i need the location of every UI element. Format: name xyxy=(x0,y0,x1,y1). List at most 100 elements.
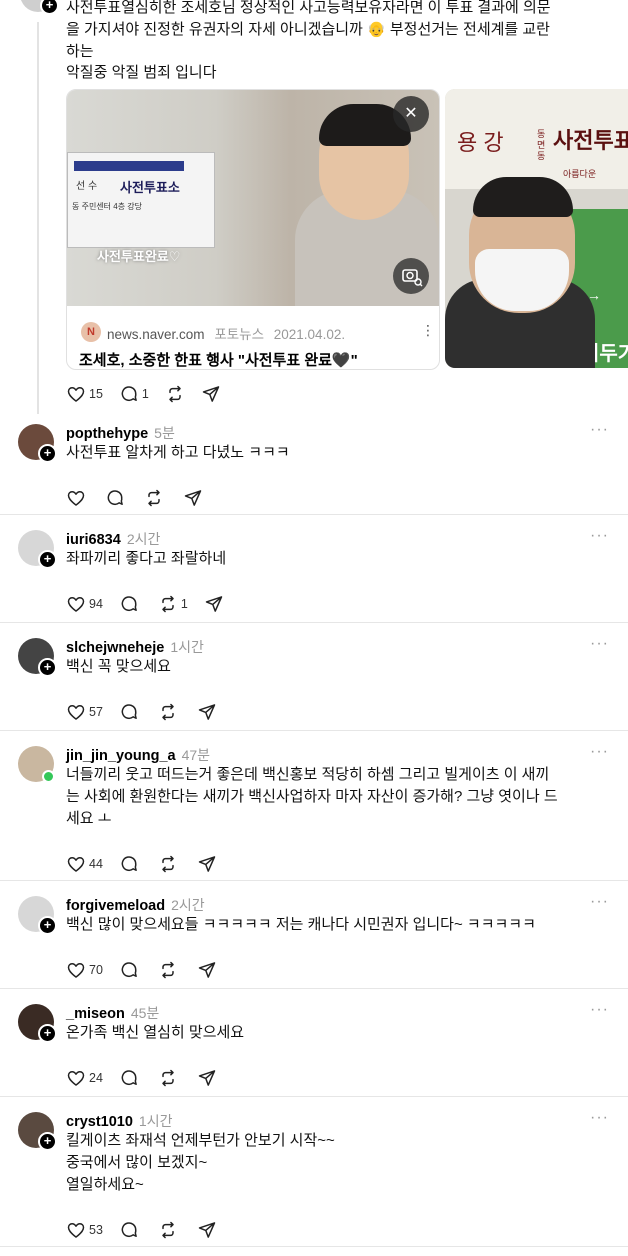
like-button[interactable]: 70 xyxy=(66,960,103,980)
like-button[interactable]: 94 xyxy=(66,594,103,614)
repost-icon xyxy=(162,961,174,979)
reply-text-line: 좌파끼리 좋다고 좌랄하네 xyxy=(66,550,227,567)
close-icon[interactable]: ✕ xyxy=(393,96,429,132)
repost-button[interactable] xyxy=(158,854,181,874)
repost-button[interactable] xyxy=(144,488,167,508)
comment-button[interactable] xyxy=(119,1068,142,1088)
share-icon xyxy=(184,490,202,506)
more-icon[interactable]: ··· xyxy=(590,527,609,545)
like-button[interactable]: 44 xyxy=(66,854,103,874)
op-text-line: 을 가지셔야 진정한 유권자의 자세 아니겠습니까 👴 부정선거는 전세계를 교… xyxy=(66,21,550,38)
sign-main-text: 사전투표소 xyxy=(120,180,180,195)
follow-plus-icon[interactable]: + xyxy=(38,444,57,463)
share-button[interactable] xyxy=(204,594,224,614)
like-count: 24 xyxy=(89,1071,103,1085)
more-icon[interactable]: ··· xyxy=(590,743,609,761)
comment-icon xyxy=(121,962,137,978)
repost-button[interactable] xyxy=(158,702,181,722)
reply-username[interactable]: _miseon xyxy=(66,1006,125,1022)
like-button[interactable]: 15 xyxy=(66,384,103,404)
like-button[interactable]: 57 xyxy=(66,702,103,722)
photo-sign-small: 아름다운 xyxy=(563,169,597,179)
reply-text-line: 세요 ㅗ xyxy=(66,810,112,827)
reply-text-line: 열일하세요~ xyxy=(66,1176,144,1193)
camera-search-icon[interactable] xyxy=(393,258,429,294)
reply-actions: 94 1 xyxy=(66,594,240,614)
reply-divider xyxy=(0,1096,628,1097)
comment-button[interactable] xyxy=(119,594,142,614)
more-icon[interactable]: ··· xyxy=(590,635,609,653)
reply-time: 2시간 xyxy=(126,531,161,547)
repost-button[interactable] xyxy=(158,960,181,980)
share-button[interactable] xyxy=(197,1068,217,1088)
repost-icon xyxy=(162,595,174,613)
comment-button[interactable] xyxy=(105,488,128,508)
share-button[interactable] xyxy=(183,488,203,508)
reply-divider xyxy=(0,514,628,515)
source-date: 2021.04.02. xyxy=(273,327,346,342)
heart-icon xyxy=(67,963,85,978)
news-link-card[interactable]: 선 수 사전투표소 동 주민센터 4층 강당 사전투표완료♡ ✕ N news.… xyxy=(66,89,440,370)
reply-username[interactable]: jin_jin_young_a xyxy=(66,748,176,764)
like-button[interactable] xyxy=(66,488,89,508)
comment-icon xyxy=(121,856,137,872)
comment-button[interactable] xyxy=(119,854,142,874)
reply-time: 1시간 xyxy=(138,1113,173,1129)
reply-actions: 70 xyxy=(66,960,233,980)
share-button[interactable] xyxy=(197,854,217,874)
reply-username[interactable]: iuri6834 xyxy=(66,532,121,548)
source-domain: news.naver.com xyxy=(107,327,205,342)
reply-text-line: 온가족 백신 열심히 맞으세요 xyxy=(66,1024,245,1041)
more-icon[interactable]: ⋮ xyxy=(421,322,435,339)
reply-time: 47분 xyxy=(181,747,211,763)
more-icon[interactable]: ··· xyxy=(590,1001,609,1019)
comment-button[interactable] xyxy=(119,1220,142,1240)
reply-username[interactable]: popthehype xyxy=(66,426,148,442)
share-button[interactable] xyxy=(197,960,217,980)
reply-divider xyxy=(0,988,628,989)
repost-button[interactable]: 1 xyxy=(158,594,188,614)
comment-icon xyxy=(121,704,137,720)
like-button[interactable]: 53 xyxy=(66,1220,103,1240)
share-icon xyxy=(198,704,216,720)
photo-sign: 용 강 동 면 동 사전투표 아름다운 xyxy=(445,89,628,189)
share-button[interactable] xyxy=(201,384,221,404)
comment-button[interactable] xyxy=(119,702,142,722)
like-count: 94 xyxy=(89,597,103,611)
like-button[interactable]: 24 xyxy=(66,1068,103,1088)
reply-username[interactable]: forgivemeload xyxy=(66,898,165,914)
more-icon[interactable]: ··· xyxy=(590,421,609,439)
repost-button[interactable] xyxy=(158,1068,181,1088)
repost-icon xyxy=(162,703,174,721)
op-text-line: 악질중 악질 범죄 입니다 xyxy=(66,64,217,81)
repost-icon xyxy=(162,855,174,873)
comment-button[interactable]: 1 xyxy=(119,384,149,404)
reply-username[interactable]: slchejwneheje xyxy=(66,640,164,656)
share-button[interactable] xyxy=(197,1220,217,1240)
news-headline[interactable]: 조세호, 소중한 한표 행사 "사전투표 완료🖤" xyxy=(79,349,358,369)
share-button[interactable] xyxy=(197,702,217,722)
follow-plus-icon[interactable]: + xyxy=(38,1024,57,1043)
comment-button[interactable] xyxy=(119,960,142,980)
more-icon[interactable]: ··· xyxy=(590,1109,609,1127)
second-photo[interactable]: 용 강 동 면 동 사전투표 아름다운 ←→ 리두기 xyxy=(445,89,628,368)
reply-divider xyxy=(0,730,628,731)
repost-count: 1 xyxy=(180,597,188,611)
thread-line xyxy=(37,22,39,414)
op-actions: 15 1 xyxy=(66,384,237,404)
follow-plus-icon[interactable]: + xyxy=(40,0,59,15)
follow-plus-icon[interactable]: + xyxy=(38,1132,57,1151)
reply-actions: 44 xyxy=(66,854,233,874)
share-icon xyxy=(198,1222,216,1238)
more-icon[interactable]: ··· xyxy=(590,893,609,911)
reply-actions: 57 xyxy=(66,702,233,722)
follow-plus-icon[interactable]: + xyxy=(38,916,57,935)
online-status-icon xyxy=(42,770,55,783)
repost-button[interactable] xyxy=(158,1220,181,1240)
follow-plus-icon[interactable]: + xyxy=(38,658,57,677)
share-icon xyxy=(198,856,216,872)
reply-username[interactable]: cryst1010 xyxy=(66,1114,133,1130)
repost-button[interactable] xyxy=(165,384,185,404)
sign-sub-text: 선 수 xyxy=(76,181,98,192)
follow-plus-icon[interactable]: + xyxy=(38,550,57,569)
